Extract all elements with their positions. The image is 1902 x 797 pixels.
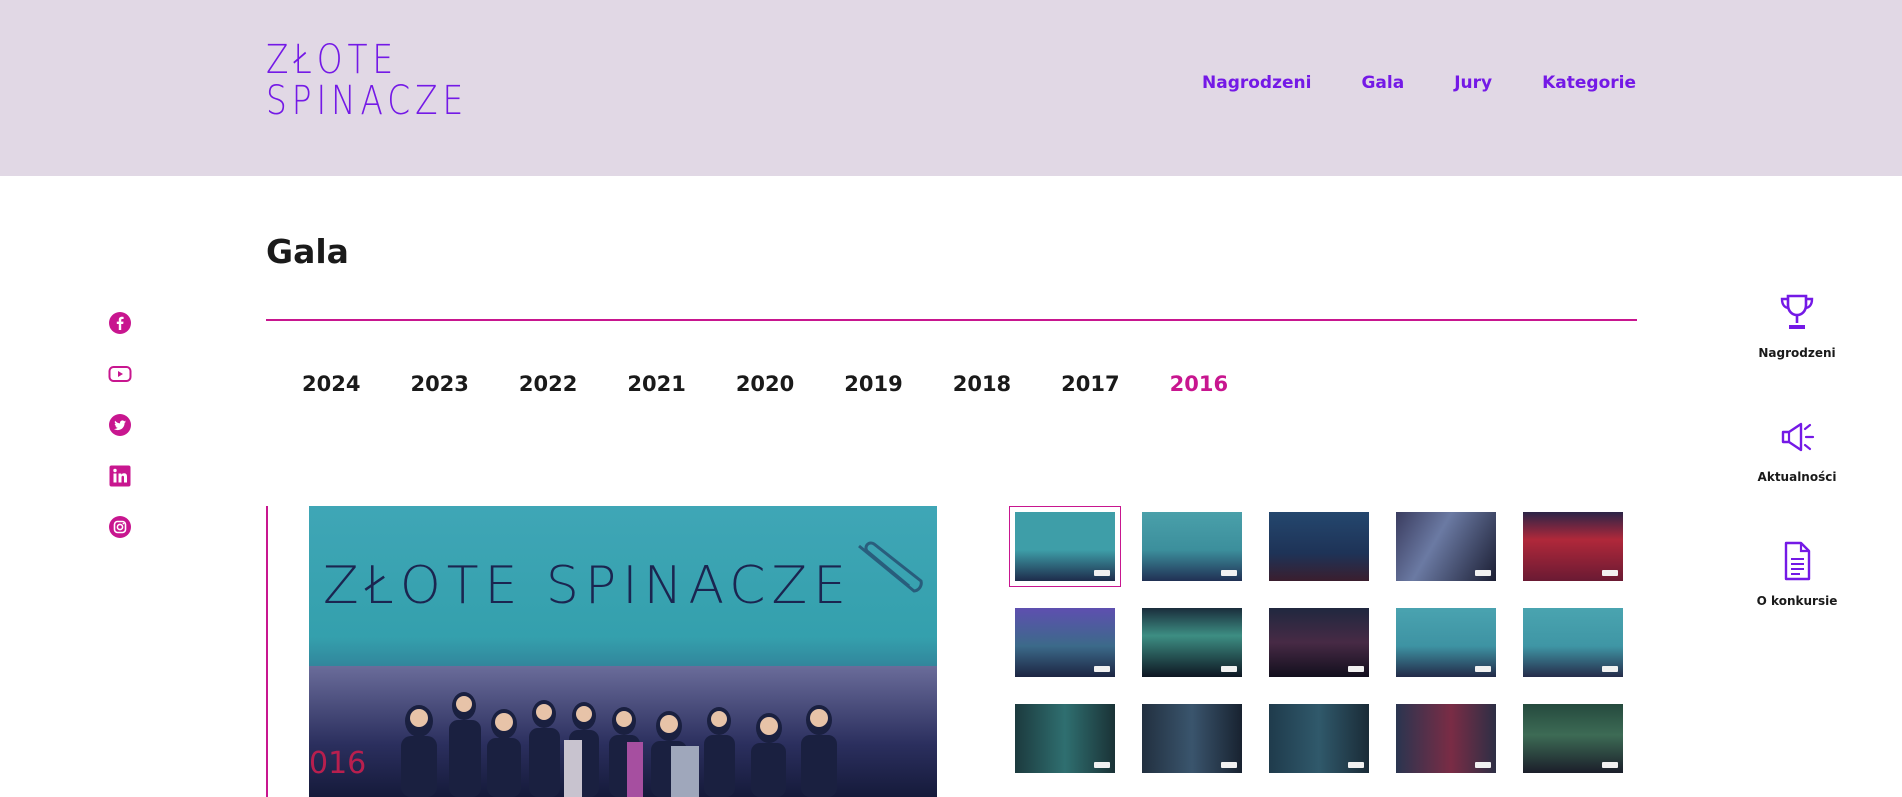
gallery-thumbnail[interactable] [1269, 704, 1369, 773]
year-tab-2019[interactable]: 2019 [844, 372, 902, 396]
gallery-thumbnail[interactable] [1396, 704, 1496, 773]
gallery-thumbnail[interactable] [1269, 512, 1369, 581]
gallery-thumbnail[interactable] [1142, 704, 1242, 773]
twitter-icon[interactable] [108, 413, 132, 437]
gallery-thumbnail[interactable] [1396, 512, 1496, 581]
gallery-thumbnail[interactable] [1523, 512, 1623, 581]
site-header: ZŁOTE SPINACZE Nagrodzeni Gala Jury Kate… [0, 0, 1902, 176]
year-tab-2022[interactable]: 2022 [519, 372, 577, 396]
sidebar-item-nagrodzeni[interactable]: Nagrodzeni [1758, 292, 1836, 360]
nav-link-kategorie[interactable]: Kategorie [1542, 73, 1636, 93]
gallery-thumbnail[interactable] [1523, 704, 1623, 773]
winners-group [401, 692, 837, 797]
gallery-thumbnail[interactable] [1269, 608, 1369, 677]
title-divider [266, 319, 1637, 321]
sidebar-item-o-konkursie[interactable]: O konkursie [1756, 540, 1838, 608]
gallery-thumbnail[interactable] [1015, 704, 1115, 773]
trophy-icon [1780, 294, 1814, 329]
gallery-thumbnail[interactable] [1009, 506, 1121, 587]
page-title: Gala [266, 232, 349, 271]
megaphone-icon [1781, 422, 1815, 452]
youtube-icon[interactable] [108, 362, 132, 386]
gallery-accent-bar [266, 506, 268, 797]
year-tab-2021[interactable]: 2021 [627, 372, 685, 396]
year-tab-2020[interactable]: 2020 [736, 372, 794, 396]
facebook-icon[interactable] [108, 311, 132, 335]
instagram-icon[interactable] [108, 515, 132, 539]
stage-screen-text: ZŁOTE SPINACZE [323, 556, 852, 616]
year-watermark: 016 [309, 746, 367, 781]
year-tab-2016[interactable]: 2016 [1170, 372, 1228, 396]
sidebar-item-label: Aktualności [1757, 470, 1837, 484]
year-tab-2017[interactable]: 2017 [1061, 372, 1119, 396]
paperclip-graphic [858, 541, 923, 593]
sidebar-item-label: O konkursie [1756, 594, 1838, 608]
nav-link-nagrodzeni[interactable]: Nagrodzeni [1202, 73, 1311, 93]
gallery-thumbnail[interactable] [1142, 512, 1242, 581]
nav-link-gala[interactable]: Gala [1361, 73, 1404, 93]
sidebar-item-label: Nagrodzeni [1758, 346, 1836, 360]
year-tab-2024[interactable]: 2024 [302, 372, 360, 396]
sidebar-item-aktualnosci[interactable]: Aktualności [1757, 416, 1837, 484]
gallery-thumbnail[interactable] [1523, 608, 1623, 677]
nav-link-jury[interactable]: Jury [1454, 73, 1492, 93]
quick-links-sidebar: Nagrodzeni Aktualności O konkursie [1757, 292, 1837, 608]
document-icon [1784, 541, 1811, 581]
logo-line-1: ZŁOTE [266, 37, 399, 83]
gallery-thumbnail[interactable] [1015, 608, 1115, 677]
gallery-thumbnail[interactable] [1396, 608, 1496, 677]
logo-line-2: SPINACZE [266, 78, 469, 124]
linkedin-icon[interactable] [108, 464, 132, 488]
gallery-thumbnail[interactable] [1142, 608, 1242, 677]
year-tabs: 2024 2023 2022 2021 2020 2019 2018 2017 … [302, 372, 1228, 396]
main-nav: Nagrodzeni Gala Jury Kategorie [1202, 73, 1636, 93]
main-gala-photo[interactable]: ZŁOTE SPINACZE 016 [309, 506, 937, 797]
year-tab-2018[interactable]: 2018 [953, 372, 1011, 396]
year-tab-2023[interactable]: 2023 [410, 372, 468, 396]
social-links [108, 311, 132, 539]
site-logo[interactable]: ZŁOTE SPINACZE [266, 37, 469, 126]
gallery-thumbnails [1009, 506, 1623, 773]
